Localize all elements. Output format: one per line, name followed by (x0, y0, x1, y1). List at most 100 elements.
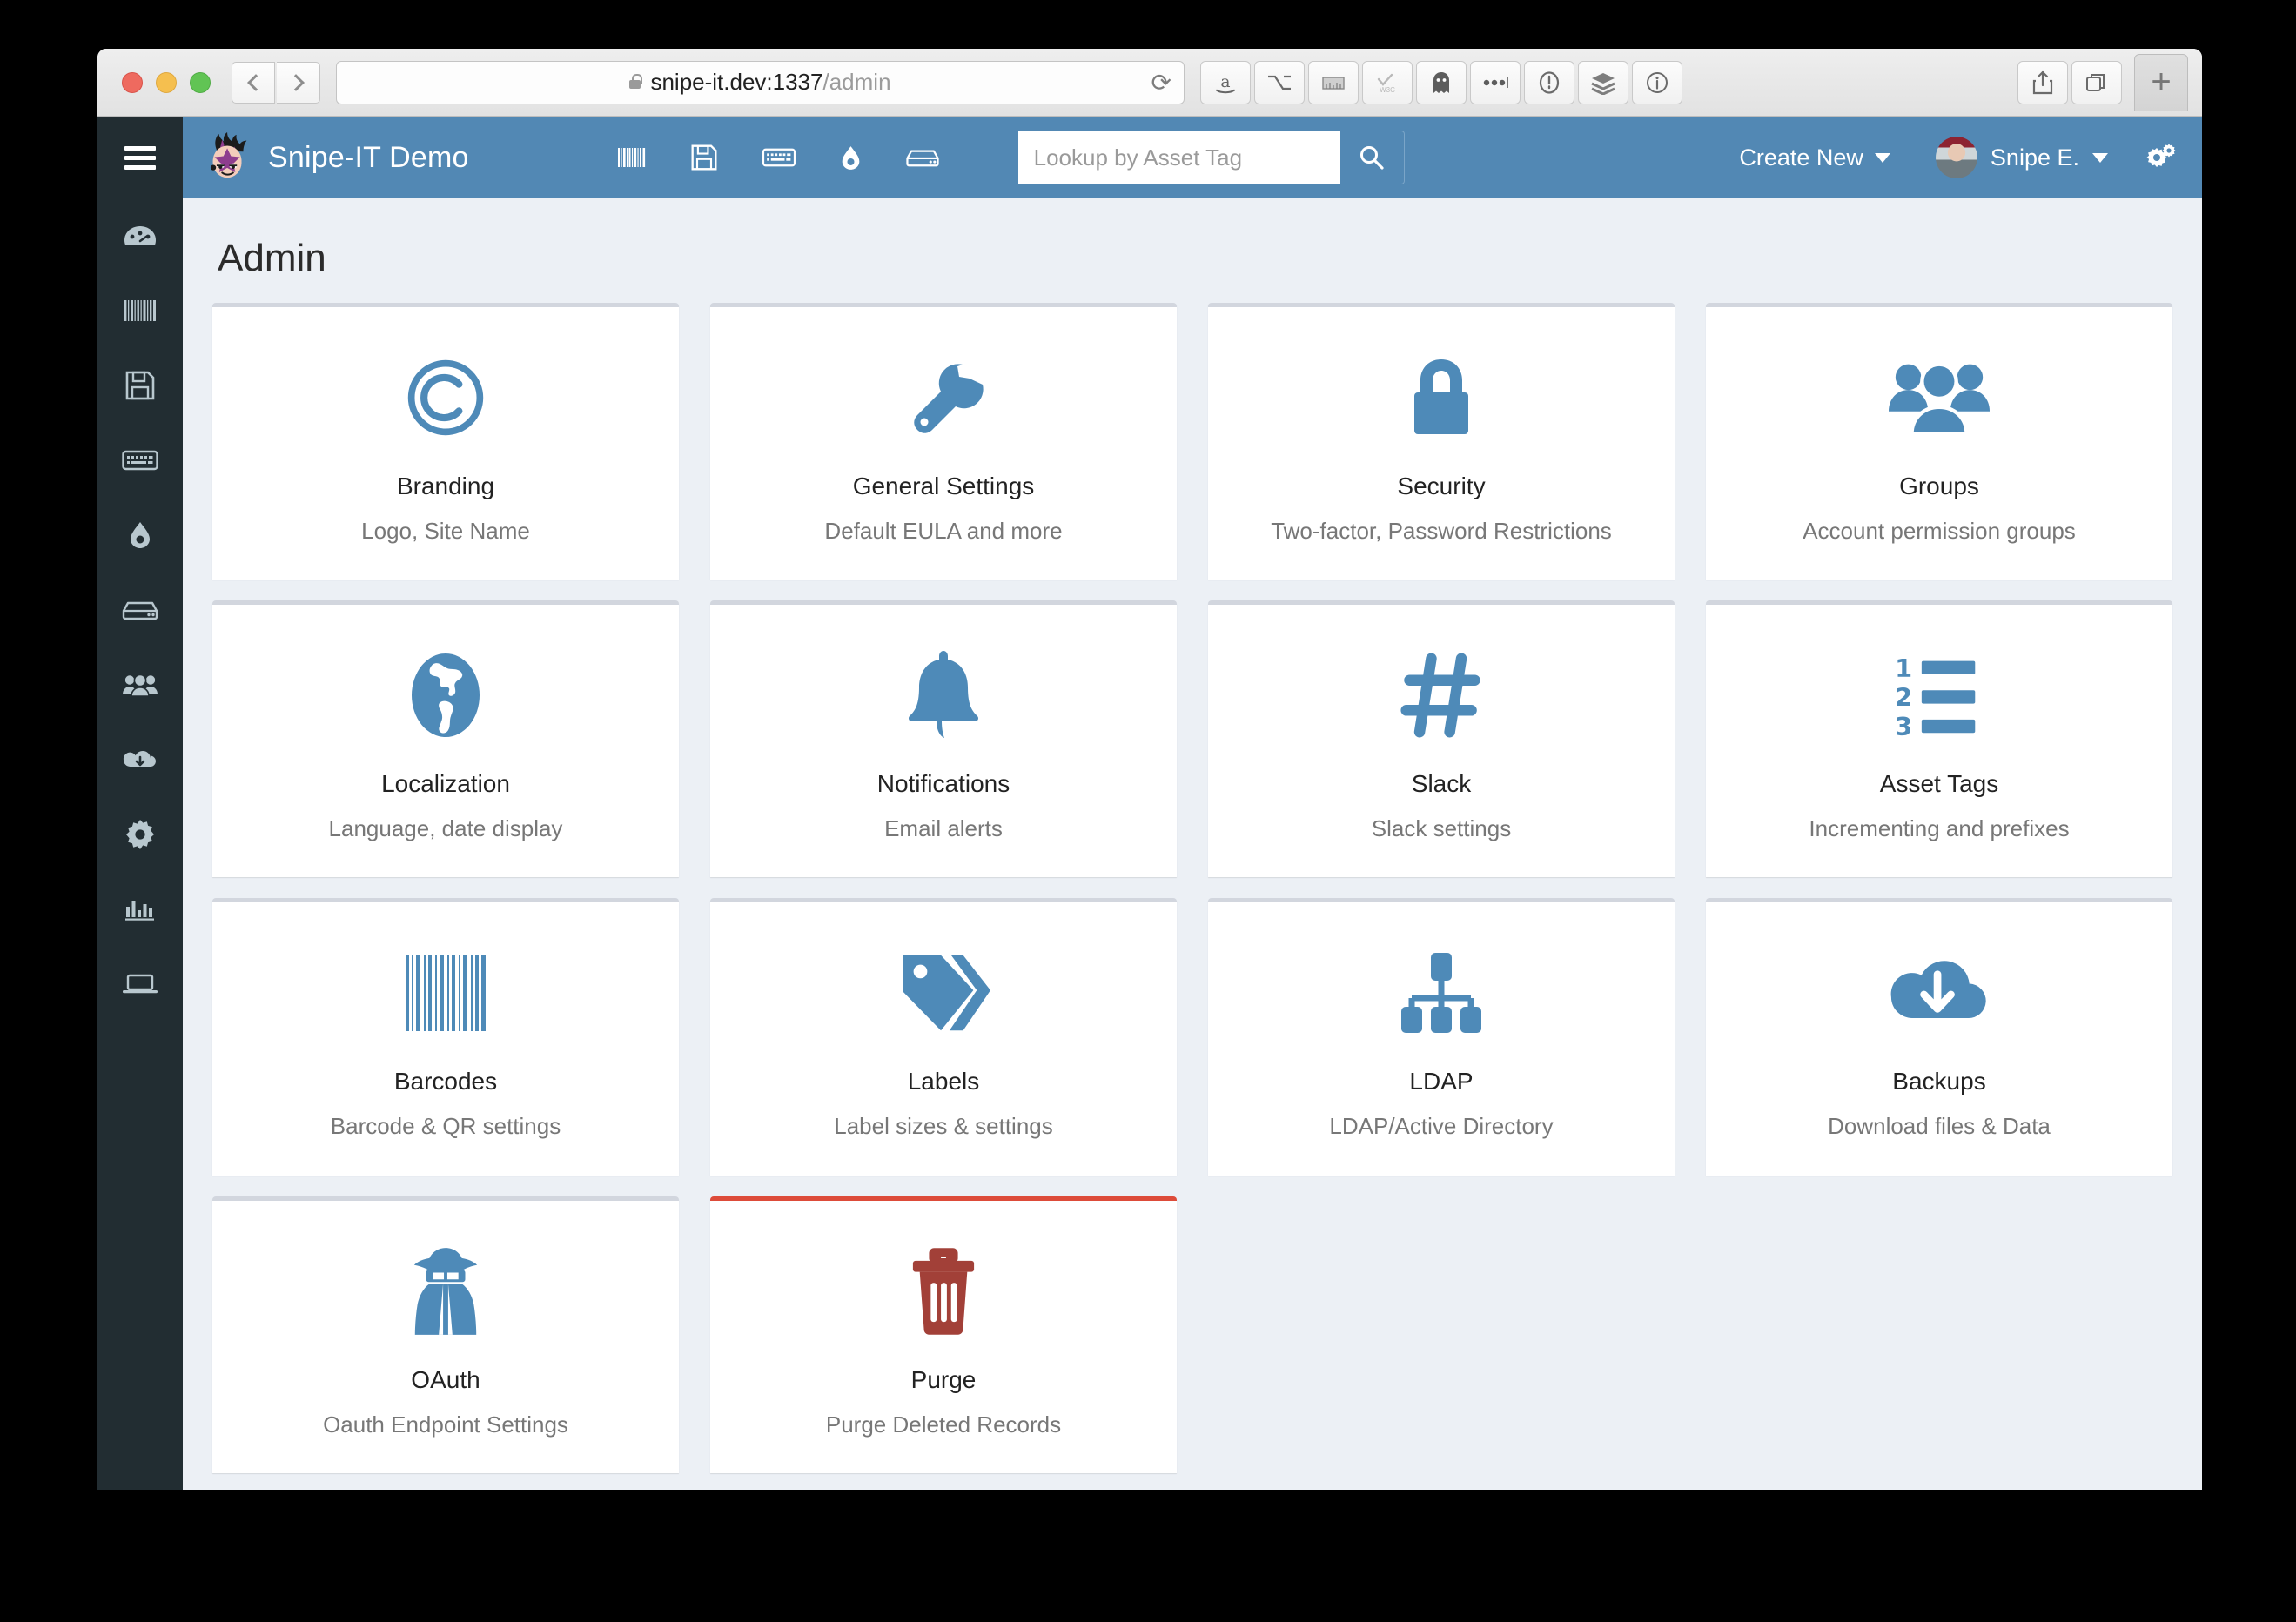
admin-card-notifications[interactable]: Notifications Email alerts (710, 600, 1177, 878)
buffer-layers-icon[interactable] (1578, 60, 1628, 104)
admin-card-labels[interactable]: Labels Label sizes & settings (710, 898, 1177, 1176)
card-subtitle: Two-factor, Password Restrictions (1271, 518, 1612, 544)
bell-icon (905, 643, 982, 747)
w3c-validator-icon[interactable]: W3C (1362, 60, 1413, 104)
sidebar-item-components[interactable] (97, 573, 183, 647)
header-right: Create New Snipe E. (1715, 137, 2176, 178)
sidebar-item-consumables[interactable] (97, 498, 183, 573)
secret-agent-icon (407, 1239, 484, 1344)
sidebar-item-settings[interactable] (97, 797, 183, 872)
option-key-icon[interactable] (1254, 60, 1305, 104)
nav-accessories-icon[interactable] (762, 147, 796, 168)
cloud-download-icon (1889, 941, 1990, 1045)
card-subtitle: Email alerts (884, 815, 1003, 842)
sidebar-item-dashboard[interactable] (97, 198, 183, 273)
card-title: Barcodes (393, 1068, 498, 1096)
sidebar-item-licenses[interactable] (97, 348, 183, 423)
admin-card-oauth[interactable]: OAuth Oauth Endpoint Settings (212, 1196, 679, 1473)
sidebar-item-import[interactable] (97, 722, 183, 797)
ruler-icon[interactable] (1308, 60, 1359, 104)
ghostery-icon[interactable] (1416, 60, 1467, 104)
sidebar-menu-toggle[interactable] (97, 117, 183, 198)
amazon-icon[interactable]: a (1200, 60, 1251, 104)
user-menu[interactable]: Snipe E. (1915, 137, 2129, 178)
laptop-icon (123, 974, 158, 994)
barcode-icon (404, 941, 487, 1045)
back-button[interactable] (232, 61, 275, 104)
card-title: Labels (907, 1068, 980, 1096)
close-window-button[interactable] (122, 71, 143, 93)
settings-button[interactable] (2129, 143, 2176, 172)
card-subtitle: Logo, Site Name (361, 518, 530, 544)
sidebar-item-assets[interactable] (97, 273, 183, 348)
new-tab-button[interactable]: + (2134, 53, 2188, 111)
admin-card-barcodes[interactable]: Barcodes Barcode & QR settings (212, 898, 679, 1176)
nav-consumables-icon[interactable] (840, 144, 862, 171)
minimize-window-button[interactable] (156, 71, 177, 93)
url-host: snipe-it.dev:1337 (650, 69, 823, 95)
svg-text:a: a (1220, 73, 1230, 91)
admin-card-general-settings[interactable]: General Settings Default EULA and more (710, 303, 1177, 580)
address-bar[interactable]: snipe-it.dev:1337/admin ⟳ (336, 60, 1185, 104)
browser-window: snipe-it.dev:1337/admin ⟳ a W3C + Snipe-… (97, 49, 2202, 1490)
tags-icon (896, 941, 990, 1045)
brand[interactable]: Snipe-IT Demo (202, 131, 469, 184)
sidebar-item-people[interactable] (97, 647, 183, 722)
admin-card-backups[interactable]: Backups Download files & Data (1706, 898, 2172, 1176)
info-icon[interactable] (1632, 60, 1682, 104)
card-subtitle: Label sizes & settings (834, 1113, 1053, 1140)
main-content: Admin Branding Logo, Site Name General S… (183, 198, 2202, 1490)
show-tabs-icon[interactable] (2071, 60, 2122, 104)
admin-card-ldap[interactable]: LDAP LDAP/Active Directory (1208, 898, 1675, 1176)
card-title: General Settings (852, 473, 1035, 499)
nav-assets-icon[interactable] (617, 146, 647, 169)
share-icon[interactable] (2017, 60, 2068, 104)
nav-licenses-icon[interactable] (690, 144, 718, 171)
copyright-icon (404, 345, 487, 450)
card-subtitle: Purge Deleted Records (825, 1411, 1062, 1438)
maximize-window-button[interactable] (190, 71, 211, 93)
chevron-right-icon (287, 73, 305, 91)
header-nav (617, 144, 940, 171)
card-subtitle: LDAP/Active Directory (1329, 1113, 1554, 1140)
card-title: Asset Tags (1879, 770, 1999, 798)
more-extensions-icon[interactable] (1470, 60, 1521, 104)
admin-card-branding[interactable]: Branding Logo, Site Name (212, 303, 679, 580)
sidebar-item-requestable[interactable] (97, 947, 183, 1022)
hard-drive-icon (122, 601, 158, 620)
admin-card-slack[interactable]: Slack Slack settings (1208, 600, 1675, 878)
admin-card-localization[interactable]: Localization Language, date display (212, 600, 679, 878)
sidebar-item-accessories[interactable] (97, 423, 183, 498)
card-subtitle: Barcode & QR settings (330, 1113, 561, 1140)
card-title: Notifications (876, 770, 1010, 798)
window-controls (122, 71, 211, 93)
create-new-menu[interactable]: Create New (1715, 144, 1915, 171)
sidebar-item-reports[interactable] (97, 872, 183, 947)
navigation-buttons (232, 61, 320, 104)
card-subtitle: Download files & Data (1828, 1113, 2051, 1140)
grid-filler (1706, 1196, 2172, 1473)
chevron-down-icon (2092, 152, 2108, 163)
gear-icon (126, 820, 154, 849)
reload-icon[interactable]: ⟳ (1151, 68, 1171, 97)
admin-card-groups[interactable]: Groups Account permission groups (1706, 303, 2172, 580)
admin-card-security[interactable]: Security Two-factor, Password Restrictio… (1208, 303, 1675, 580)
url-path: /admin (822, 69, 891, 95)
onepassword-icon[interactable] (1524, 60, 1574, 104)
search-button[interactable] (1339, 131, 1405, 184)
admin-card-asset-tags[interactable]: 123 Asset Tags Incrementing and prefixes (1706, 600, 2172, 878)
forward-button[interactable] (277, 61, 320, 104)
card-title: LDAP (1409, 1068, 1474, 1096)
card-title: Security (1397, 473, 1486, 499)
search-input[interactable] (1017, 131, 1340, 184)
avatar (1935, 137, 1977, 178)
keyboard-icon (122, 450, 158, 471)
extension-buttons: a W3C (1200, 60, 1682, 104)
svg-text:W3C: W3C (1380, 86, 1395, 94)
nav-components-icon[interactable] (905, 147, 940, 168)
admin-card-purge[interactable]: Purge Purge Deleted Records (710, 1196, 1177, 1473)
dashboard-icon (124, 226, 156, 245)
droplet-icon (131, 522, 150, 548)
users-icon (123, 674, 158, 697)
lock-icon (629, 73, 642, 89)
